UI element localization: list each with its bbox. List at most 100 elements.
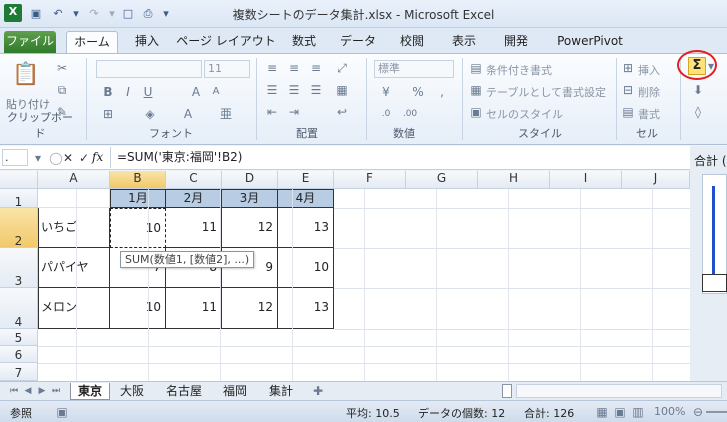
cell-e2[interactable]: 13 [278, 208, 334, 248]
zoom-slider[interactable] [706, 411, 727, 413]
cancel-icon[interactable]: ✕ [60, 150, 76, 166]
format-as-table-icon[interactable]: ▦ [468, 82, 484, 98]
insert-function-icon[interactable]: fx [92, 150, 103, 164]
fill-color-icon[interactable]: ◈ [142, 106, 158, 122]
zoom-level[interactable]: 100% [654, 405, 685, 418]
align-top-icon[interactable]: ≡ [264, 60, 280, 76]
last-sheet-icon[interactable]: ⏭ [48, 383, 64, 399]
cell-c4[interactable]: 11 [166, 288, 222, 329]
column-header-g[interactable]: G [406, 171, 478, 189]
tab-view[interactable]: 表示 [442, 31, 486, 53]
border-icon[interactable]: ⊞ [100, 106, 116, 122]
name-box-dropdown-icon[interactable]: ▾ [30, 150, 46, 166]
decrease-font-icon[interactable]: A [208, 84, 224, 100]
sheet-tab-osaka[interactable]: 大阪 [112, 383, 152, 400]
paste-icon[interactable]: 📋 [12, 60, 39, 90]
fill-icon[interactable]: ⬇ [690, 82, 706, 98]
column-header-i[interactable]: I [550, 171, 622, 189]
row-header-6[interactable]: 6 [0, 346, 38, 363]
cell-b1[interactable]: 1月 [110, 189, 166, 208]
cell-b2[interactable]: 10 [110, 208, 166, 248]
tab-file[interactable]: ファイル [4, 31, 56, 53]
autosum-dropdown-icon[interactable]: ▾ [706, 58, 716, 74]
font-name-combo[interactable] [96, 60, 202, 78]
cell-e3[interactable]: 10 [278, 248, 334, 288]
macro-record-icon[interactable]: ▣ [54, 404, 70, 420]
enter-icon[interactable]: ✓ [76, 150, 92, 166]
comma-icon[interactable]: , [434, 84, 450, 100]
column-header-j[interactable]: J [622, 171, 690, 189]
row-header-7[interactable]: 7 [0, 363, 38, 381]
sheet-tab-nagoya[interactable]: 名古屋 [156, 383, 212, 400]
format-as-table-button[interactable]: テーブルとして書式設定 [486, 84, 606, 100]
copy-icon[interactable]: ⧉ [54, 82, 70, 98]
percent-icon[interactable]: % [410, 84, 426, 100]
function-tooltip[interactable]: SUM(数値1, [数値2], ...) [120, 251, 255, 268]
format-cells-icon[interactable]: ▤ [620, 104, 636, 120]
tab-developer[interactable]: 開発 [494, 31, 538, 53]
phonetic-icon[interactable]: 亜 [218, 106, 234, 122]
tab-review[interactable]: 校閲 [390, 31, 434, 53]
tab-home[interactable]: ホーム [66, 31, 118, 53]
increase-decimal-icon[interactable]: .0 [378, 106, 394, 122]
underline-icon[interactable]: U [140, 84, 156, 100]
conditional-format-button[interactable]: 条件付き書式 [486, 62, 552, 78]
row-header-3[interactable]: 3 [0, 248, 38, 288]
select-all-corner[interactable] [0, 171, 38, 189]
sheet-tab-fukuoka[interactable]: 福岡 [214, 383, 256, 400]
tab-data[interactable]: データ [334, 31, 382, 53]
align-left-icon[interactable]: ☰ [264, 82, 280, 98]
format-cells-button[interactable]: 書式 [638, 106, 660, 122]
cell-styles-icon[interactable]: ▣ [468, 104, 484, 120]
row-header-4[interactable]: 4 [0, 288, 38, 329]
cell-a3[interactable]: パパイヤ [38, 248, 110, 288]
tab-page-layout[interactable]: ページ レイアウト [176, 31, 276, 53]
font-size-combo[interactable]: 11 [204, 60, 250, 78]
insert-cells-icon[interactable]: ⊞ [620, 60, 636, 76]
cell-a4[interactable]: メロン [38, 288, 110, 329]
align-bottom-icon[interactable]: ≡ [308, 60, 324, 76]
column-header-b[interactable]: B [110, 171, 166, 189]
cell-c2[interactable]: 11 [166, 208, 222, 248]
horizontal-scrollbar[interactable] [516, 384, 722, 398]
currency-icon[interactable]: ¥ [378, 84, 394, 100]
tab-split-handle[interactable] [502, 384, 512, 398]
orientation-icon[interactable]: ⤢ [334, 60, 350, 76]
row-header-5[interactable]: 5 [0, 329, 38, 346]
tab-powerpivot[interactable]: PowerPivot [548, 31, 632, 53]
increase-indent-icon[interactable]: ⇥ [286, 104, 302, 120]
cell-c1[interactable]: 2月 [166, 189, 222, 208]
sheet-tab-summary[interactable]: 集計 [260, 383, 302, 400]
name-box[interactable]: . [2, 149, 28, 166]
column-header-a[interactable]: A [38, 171, 110, 189]
increase-font-icon[interactable]: A [188, 84, 204, 100]
align-right-icon[interactable]: ☰ [308, 82, 324, 98]
italic-icon[interactable]: I [120, 84, 136, 100]
insert-sheet-icon[interactable]: ✚ [310, 383, 326, 399]
column-header-f[interactable]: F [334, 171, 406, 189]
tab-formulas[interactable]: 数式 [282, 31, 326, 53]
conditional-format-icon[interactable]: ▤ [468, 60, 484, 76]
sheet-tab-tokyo[interactable]: 東京 [70, 383, 110, 400]
cell-d2[interactable]: 12 [222, 208, 278, 248]
formula-input[interactable]: =SUM('東京:福岡'!B2) [110, 147, 690, 168]
row-header-2[interactable]: 2 [0, 208, 38, 248]
cell-e4[interactable]: 13 [278, 288, 334, 329]
row-header-1[interactable]: 1 [0, 189, 38, 209]
clear-icon[interactable]: ◊ [690, 104, 706, 120]
zoom-out-icon[interactable]: ⊖ [690, 404, 706, 420]
page-break-view-icon[interactable]: ▥ [630, 404, 646, 420]
cell-d1[interactable]: 3月 [222, 189, 278, 208]
cell-styles-button[interactable]: セルのスタイル [486, 106, 563, 122]
cut-icon[interactable]: ✂ [54, 60, 70, 76]
decrease-indent-icon[interactable]: ⇤ [264, 104, 280, 120]
number-format-combo[interactable]: 標準 [374, 60, 454, 78]
tab-insert[interactable]: 挿入 [126, 31, 168, 53]
font-color-icon[interactable]: A [180, 106, 196, 122]
decrease-decimal-icon[interactable]: .00 [402, 106, 418, 122]
align-middle-icon[interactable]: ≡ [286, 60, 302, 76]
worksheet-grid[interactable]: A B C D E F G H I J 1 2 3 4 5 6 7 1月 2月 … [0, 171, 690, 381]
column-header-c[interactable]: C [166, 171, 222, 189]
insert-cells-button[interactable]: 挿入 [638, 62, 660, 78]
page-layout-view-icon[interactable]: ▣ [612, 404, 628, 420]
